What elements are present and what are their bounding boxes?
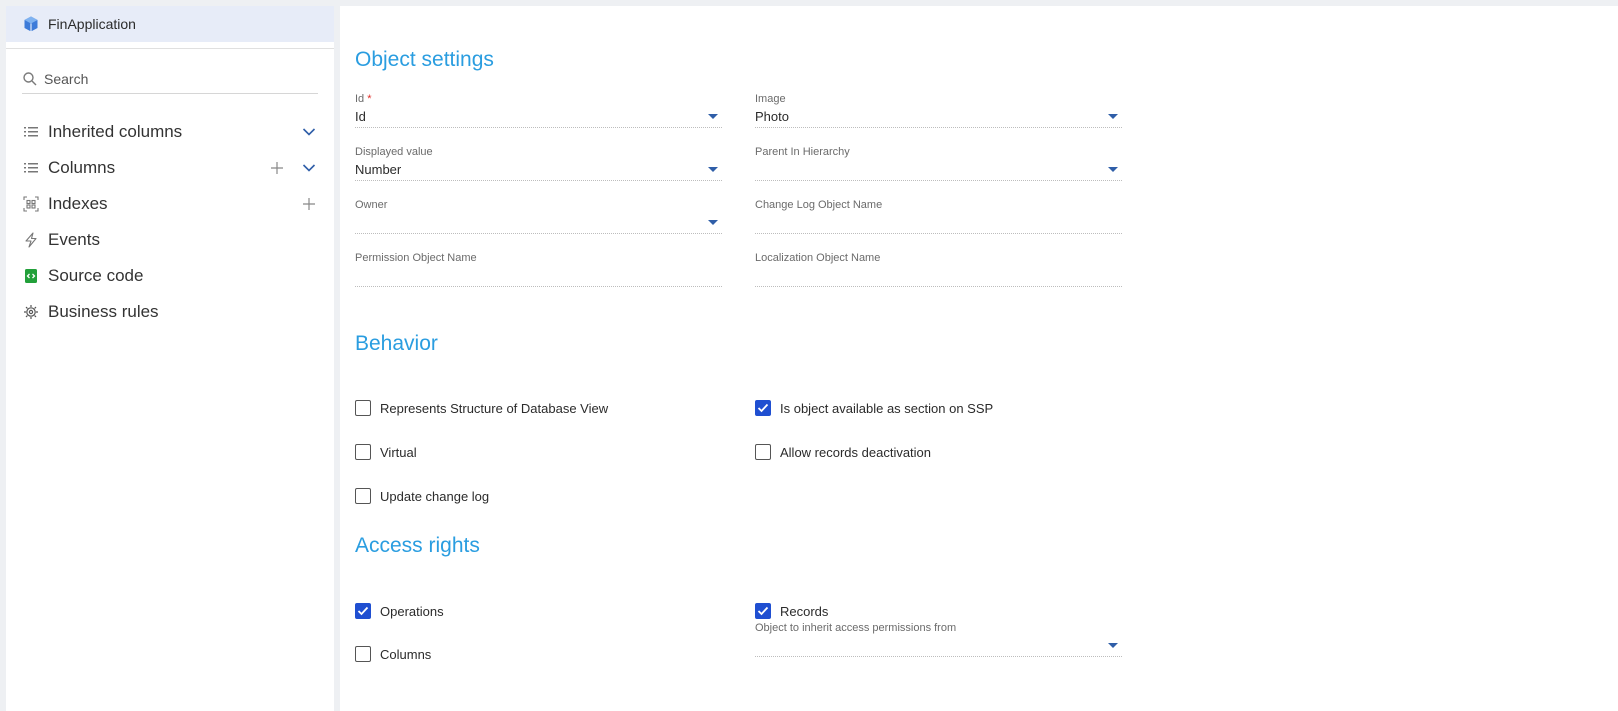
owner-label: Owner bbox=[355, 199, 388, 211]
displayed-value-label: Displayed value bbox=[355, 146, 433, 158]
id-value: Id bbox=[355, 109, 366, 124]
sidebar: FinApplication Inherited columns bbox=[6, 6, 334, 711]
checkbox-empty-icon bbox=[355, 444, 371, 460]
checkbox-empty-icon bbox=[755, 444, 771, 460]
change-log-object-name-value bbox=[755, 212, 1122, 234]
sidebar-item-source-code[interactable]: Source code bbox=[6, 258, 334, 294]
behavior-title: Behavior bbox=[355, 332, 438, 355]
search-input[interactable] bbox=[44, 71, 294, 87]
localization-object-name-value bbox=[755, 265, 1122, 287]
chevron-down-icon[interactable] bbox=[300, 159, 318, 177]
object-settings-title: Object settings bbox=[355, 48, 494, 71]
change-log-object-name-label: Change Log Object Name bbox=[755, 199, 883, 211]
image-field[interactable]: Image Photo bbox=[755, 92, 1122, 128]
main-panel: Object settings Id * Id Image Photo Displ… bbox=[340, 6, 1618, 711]
displayed-value-field[interactable]: Displayed value Number bbox=[355, 145, 722, 181]
dropdown-arrow-icon[interactable] bbox=[708, 167, 718, 172]
dropdown-arrow-icon[interactable] bbox=[1108, 114, 1118, 119]
cube-icon bbox=[22, 15, 40, 33]
localization-object-name-field[interactable]: Localization Object Name bbox=[755, 251, 1122, 287]
virtual-checkbox[interactable]: Virtual bbox=[355, 444, 417, 460]
checkbox-empty-icon bbox=[355, 646, 371, 662]
image-value: Photo bbox=[755, 109, 789, 124]
checkbox-label: Virtual bbox=[380, 444, 417, 460]
change-log-object-name-field[interactable]: Change Log Object Name bbox=[755, 198, 1122, 234]
checkbox-label: Represents Structure of Database View bbox=[380, 400, 609, 416]
operations-checkbox[interactable]: Operations bbox=[355, 603, 444, 619]
inherit-permissions-field[interactable]: Object to inherit access permissions fro… bbox=[755, 621, 1122, 657]
lightning-icon bbox=[22, 231, 40, 249]
checkbox-label: Operations bbox=[380, 603, 444, 619]
list-icon bbox=[22, 159, 40, 177]
source-code-icon bbox=[22, 267, 40, 285]
checkbox-label: Allow records deactivation bbox=[780, 444, 932, 460]
update-change-log-checkbox[interactable]: Update change log bbox=[355, 488, 489, 504]
checkbox-empty-icon bbox=[355, 400, 371, 416]
sidebar-item-inherited-columns[interactable]: Inherited columns bbox=[6, 114, 334, 150]
sidebar-item-label: Events bbox=[48, 230, 100, 249]
index-icon bbox=[22, 195, 40, 213]
divider bbox=[6, 48, 334, 49]
dropdown-arrow-icon[interactable] bbox=[1108, 167, 1118, 172]
checkbox-empty-icon bbox=[355, 488, 371, 504]
checkbox-label: Is object available as section on SSP bbox=[780, 400, 994, 416]
sidebar-item-business-rules[interactable]: Business rules bbox=[6, 294, 334, 330]
sidebar-item-label: Business rules bbox=[48, 302, 159, 321]
allow-deactivation-checkbox[interactable]: Allow records deactivation bbox=[755, 444, 931, 460]
sidebar-item-events[interactable]: Events bbox=[6, 222, 334, 258]
checkbox-checked-icon bbox=[755, 400, 771, 416]
parent-in-hierarchy-label: Parent In Hierarchy bbox=[755, 146, 850, 158]
sidebar-item-label: Indexes bbox=[48, 194, 108, 213]
permission-object-name-field[interactable]: Permission Object Name bbox=[355, 251, 722, 287]
search-icon bbox=[22, 71, 38, 87]
access-rights-title: Access rights bbox=[355, 534, 480, 557]
parent-in-hierarchy-field[interactable]: Parent In Hierarchy bbox=[755, 145, 1122, 181]
object-header[interactable]: FinApplication bbox=[6, 6, 334, 42]
dropdown-arrow-icon[interactable] bbox=[708, 220, 718, 225]
dropdown-arrow-icon[interactable] bbox=[708, 114, 718, 119]
add-index-icon[interactable] bbox=[300, 195, 318, 213]
permission-object-name-label: Permission Object Name bbox=[355, 252, 477, 264]
sidebar-item-label: Source code bbox=[48, 266, 144, 285]
image-label: Image bbox=[755, 93, 786, 105]
columns-checkbox[interactable]: Columns bbox=[355, 646, 431, 662]
records-checkbox[interactable]: Records bbox=[755, 603, 828, 619]
checkbox-label: Columns bbox=[380, 646, 432, 662]
search-box bbox=[22, 71, 318, 94]
displayed-value-value: Number bbox=[355, 162, 402, 177]
object-title: FinApplication bbox=[48, 16, 136, 32]
sidebar-item-columns[interactable]: Columns bbox=[6, 150, 334, 186]
localization-object-name-label: Localization Object Name bbox=[755, 252, 881, 264]
chevron-down-icon[interactable] bbox=[300, 123, 318, 141]
sidebar-item-label: Columns bbox=[48, 158, 116, 177]
dropdown-arrow-icon[interactable] bbox=[1108, 643, 1118, 648]
sidebar-nav: Inherited columns Columns Indexes Events… bbox=[6, 114, 334, 330]
checkbox-label: Records bbox=[780, 603, 829, 619]
gear-icon bbox=[22, 303, 40, 321]
checkbox-label: Update change log bbox=[380, 488, 490, 504]
checkbox-checked-icon bbox=[755, 603, 771, 619]
checkbox-checked-icon bbox=[355, 603, 371, 619]
add-column-icon[interactable] bbox=[268, 159, 286, 177]
sidebar-item-indexes[interactable]: Indexes bbox=[6, 186, 334, 222]
inherit-permissions-label: Object to inherit access permissions fro… bbox=[755, 622, 957, 634]
ssp-section-checkbox[interactable]: Is object available as section on SSP bbox=[755, 400, 993, 416]
owner-field[interactable]: Owner bbox=[355, 198, 722, 234]
permission-object-name-value bbox=[355, 265, 722, 287]
list-icon bbox=[22, 123, 40, 141]
sidebar-item-label: Inherited columns bbox=[48, 122, 183, 141]
required-asterisk: * bbox=[367, 93, 372, 105]
represents-structure-checkbox[interactable]: Represents Structure of Database View bbox=[355, 400, 608, 416]
id-field[interactable]: Id * Id bbox=[355, 92, 722, 128]
id-label: Id bbox=[355, 93, 365, 105]
